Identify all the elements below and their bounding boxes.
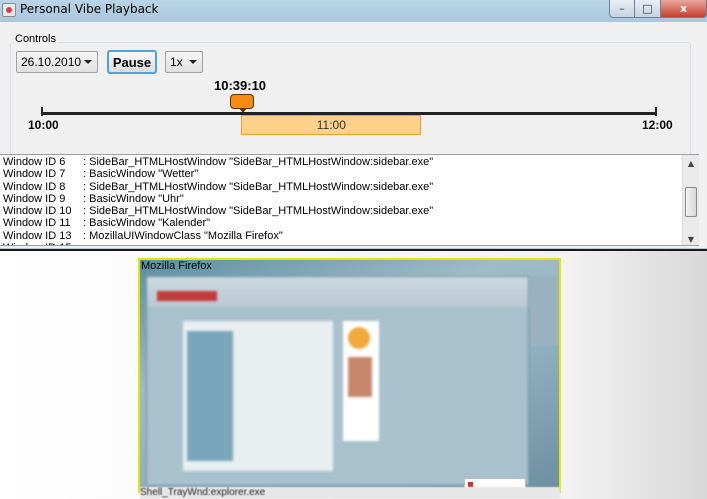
list-item[interactable]: Window ID 9 : BasicWindow "Uhr" (0, 193, 680, 205)
snapshot-caption: Shell_TrayWnd:explorer.exe (140, 487, 560, 499)
timeline-highlight-range: 11:00 (241, 115, 422, 135)
chevron-down-icon (84, 60, 92, 64)
chevron-down-icon (189, 60, 197, 64)
timeline-mid-label: 11:00 (316, 118, 346, 132)
window-id: Window ID 11 (3, 217, 71, 230)
window-controls: – □ x (609, 0, 707, 20)
window-id: Window ID 6 (3, 156, 66, 168)
list-item[interactable]: Window ID 7 : BasicWindow "Wetter" (0, 168, 680, 180)
snapshot-content (183, 321, 333, 471)
list-item[interactable]: Window ID 13 : MozillaUIWindowClass "Mozi… (0, 230, 680, 242)
window-desc: : ... (83, 242, 98, 245)
window-id: Window ID 8 (3, 180, 66, 193)
list-item[interactable]: Window ID 11 : BasicWindow "Kalender" (0, 217, 680, 229)
list-item[interactable]: Window ID 6 : SideBar_HTMLHostWindow "Sid… (0, 156, 680, 168)
speed-dropdown[interactable]: 1x (165, 51, 203, 73)
snapshot-window-title: Mozilla Firefox (141, 260, 212, 272)
window-desc: : BasicWindow "Uhr" (83, 192, 184, 205)
snapshot-orb (348, 327, 370, 349)
timeline-slider-handle[interactable] (230, 94, 255, 113)
window-list[interactable]: Window ID 6 : SideBar_HTMLHostWindow "Sid… (0, 154, 699, 246)
speed-value: 1x (170, 55, 183, 69)
window-list-scrollbar[interactable]: ▲ ▼ (682, 155, 699, 245)
screen-preview: Mozilla Firefox Shell_TrayWnd:explorer.e… (0, 249, 707, 499)
snapshot-logo (157, 291, 217, 301)
window-desc: : SideBar_HTMLHostWindow "SideBar_HTMLHo… (83, 180, 434, 193)
timeline-start-tick (41, 107, 43, 116)
close-button[interactable]: x (661, 0, 707, 18)
current-time-label: 10:39:10 (214, 78, 267, 93)
date-dropdown[interactable]: 26.10.2010 (16, 51, 98, 73)
window-id: Window ID 15 (3, 242, 71, 245)
list-item[interactable]: Window ID 8 : SideBar_HTMLHostWindow "Sid… (0, 181, 680, 193)
window-id: Window ID 10 (3, 205, 72, 218)
date-value: 26.10.2010 (21, 55, 82, 69)
window-list-rows: Window ID 6 : SideBar_HTMLHostWindow "Sid… (0, 156, 680, 245)
timeline-start-label: 10:00 (28, 118, 59, 132)
window-id: Window ID 13 (3, 229, 72, 242)
arrow-down-icon[interactable]: ▼ (683, 231, 699, 245)
window-id: Window ID 7 (3, 168, 66, 181)
scrollbar-thumb[interactable] (685, 187, 697, 217)
playback-form: Controls 26.10.2010 Pause 1x 10:39:10 11… (0, 22, 707, 248)
snapshot-content-column (187, 331, 233, 461)
window-desc: : MozillaUIWindowClass "Mozilla Firefox" (83, 229, 283, 242)
snapshot-gadgets (531, 276, 559, 346)
controls-group-label: Controls (14, 33, 57, 45)
pause-button[interactable]: Pause (107, 50, 157, 74)
window-desc: : SideBar_HTMLHostWindow "SideBar_HTMLHo… (83, 156, 434, 168)
maximize-button[interactable]: □ (635, 0, 661, 18)
window-title: Personal Vibe Playback (20, 2, 159, 16)
list-item[interactable]: Window ID 15 : ... (0, 242, 680, 245)
title-bar: Personal Vibe Playback – □ x (0, 0, 707, 22)
minimize-button[interactable]: – (609, 0, 635, 18)
snapshot-browser-image (146, 276, 529, 486)
window-desc: : BasicWindow "Kalender" (83, 217, 211, 230)
snapshot-photo (348, 357, 372, 397)
window-desc: : SideBar_HTMLHostWindow "SideBar_HTMLHo… (83, 205, 434, 218)
list-item[interactable]: Window ID 10 : SideBar_HTMLHostWindow "Si… (0, 205, 680, 217)
arrow-up-icon[interactable]: ▲ (683, 155, 699, 171)
timeline-end-label: 12:00 (642, 118, 673, 132)
window-desc: : BasicWindow "Wetter" (83, 168, 199, 181)
window-id: Window ID 9 (3, 192, 66, 205)
app-icon (2, 3, 16, 17)
window-snapshot[interactable]: Mozilla Firefox (138, 258, 561, 493)
timeline-end-tick (655, 107, 657, 116)
